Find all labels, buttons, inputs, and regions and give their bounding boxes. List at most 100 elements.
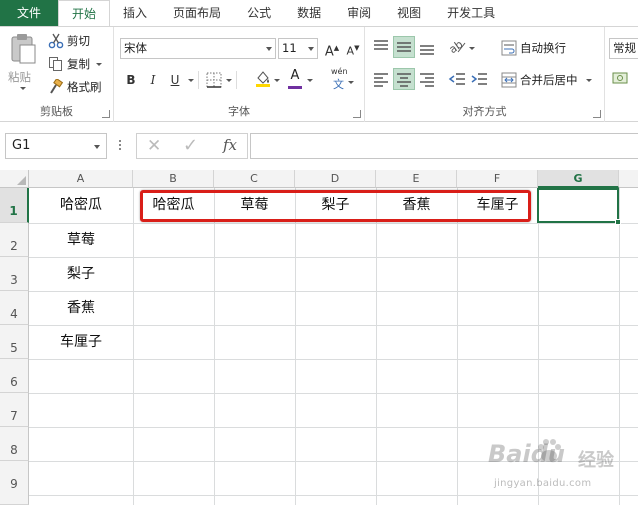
cancel-edit-icon[interactable]: ✕ [147,136,161,156]
tab-insert[interactable]: 插入 [110,0,160,26]
tab-review[interactable]: 审阅 [334,0,384,26]
row-header-4[interactable]: 4 [0,291,29,325]
tab-formulas[interactable]: 公式 [234,0,284,26]
font-name-dropdown-icon [266,47,272,51]
cell-a1[interactable]: 哈密瓜 [29,188,133,222]
format-painter-label: 格式刷 [67,80,102,94]
row-header-1[interactable]: 1 [0,188,29,223]
selected-cell-g1[interactable] [537,188,621,225]
row-header-3[interactable]: 3 [0,257,29,291]
tab-view[interactable]: 视图 [384,0,434,26]
fill-color-dropdown-icon[interactable] [274,79,280,82]
column-header-f[interactable]: F [457,170,538,188]
align-center-button[interactable] [393,68,415,90]
name-box[interactable]: G1 [5,133,107,159]
fill-color-icon[interactable] [254,69,272,87]
decrease-indent-icon[interactable] [447,69,467,89]
bold-button[interactable]: B [120,69,142,91]
gridline-v [133,188,134,505]
cell-a2[interactable]: 草莓 [29,223,133,257]
wrap-text-icon [501,40,517,56]
alignment-group-label: 对齐方式 [462,105,507,118]
gridline-v [214,188,215,505]
row-header-9[interactable]: 9 [0,461,29,505]
italic-button[interactable]: I [142,69,164,91]
underline-dropdown-icon[interactable] [188,79,194,82]
column-header-g[interactable]: G [538,170,619,188]
font-launcher-icon[interactable] [353,110,361,118]
phonetic-button[interactable]: wén 文 [328,67,356,91]
row-header-8[interactable]: 8 [0,427,29,461]
merge-center-dropdown-icon [585,78,592,82]
font-group: 宋体 11 A▲ A▼ B I U A wén 文 字体 [114,27,365,122]
brush-icon [50,79,64,94]
wrap-text-label: 自动换行 [520,41,566,55]
increase-indent-icon[interactable] [469,69,489,89]
shrink-font-button[interactable]: A▼ [342,37,364,59]
font-size-value: 11 [282,41,297,55]
font-size-select[interactable]: 11 [278,38,318,59]
number-group: 常规 [606,27,638,122]
row-header-5[interactable]: 5 [0,325,29,359]
formula-input[interactable] [250,133,638,159]
cell-a4[interactable]: 香蕉 [29,291,133,325]
column-header-d[interactable]: D [295,170,376,188]
column-header-b[interactable]: B [133,170,214,188]
font-color-dropdown-icon[interactable] [307,79,313,82]
copy-dropdown-icon [96,62,102,66]
alignment-launcher-icon[interactable] [593,110,601,118]
column-header-a[interactable]: A [29,170,133,188]
row-header-2[interactable]: 2 [0,223,29,257]
font-color-button[interactable]: A [286,67,304,89]
currency-format-icon[interactable] [612,70,632,88]
tab-file[interactable]: 文件 [0,0,59,26]
column-header-next[interactable] [619,170,638,188]
align-bottom-icon[interactable] [417,37,437,57]
tab-home[interactable]: 开始 [58,0,111,26]
column-header-c[interactable]: C [214,170,295,188]
borders-icon[interactable] [206,72,222,88]
gridline-h [29,359,638,360]
formula-bar-handle-icon[interactable] [118,138,122,154]
font-name-select[interactable]: 宋体 [120,38,276,59]
font-size-dropdown-icon [308,47,314,51]
paste-button[interactable]: 粘贴 [6,31,40,95]
wrap-text-button[interactable]: 自动换行 [501,38,566,58]
font-color-swatch [288,86,302,89]
underline-button[interactable]: U [164,69,186,91]
tab-data[interactable]: 数据 [284,0,334,26]
clipboard-launcher-icon[interactable] [102,110,110,118]
clipboard-group-label: 剪贴板 [40,105,73,118]
insert-function-icon[interactable]: fx [223,136,237,154]
baidu-paw-icon [538,439,561,462]
format-painter-button[interactable]: 格式刷 [48,77,102,97]
tab-developer[interactable]: 开发工具 [434,0,508,26]
grow-font-button[interactable]: A▲ [321,37,343,59]
formula-bar: G1 ✕ ✓ fx [0,122,638,170]
row-header-7[interactable]: 7 [0,393,29,427]
merge-center-button[interactable]: 合并后居中 [501,70,592,90]
align-left-icon[interactable] [371,69,391,89]
align-middle-button[interactable] [393,36,415,58]
tab-page-layout[interactable]: 页面布局 [160,0,234,26]
orientation-dropdown-icon[interactable] [469,47,475,50]
number-format-select[interactable]: 常规 [609,38,638,59]
row-header-6[interactable]: 6 [0,359,29,393]
cut-button[interactable]: 剪切 [48,31,90,51]
name-box-dropdown-icon [94,145,100,149]
alignment-group: ab 自动换行 合并后居中 对齐方式 [365,27,605,122]
orientation-icon[interactable]: ab [447,37,467,57]
copy-button[interactable]: 复制 [48,54,102,74]
paste-label: 粘贴 [8,70,31,84]
align-middle-icon [397,42,411,52]
borders-dropdown-icon[interactable] [226,79,232,82]
enter-edit-icon[interactable]: ✓ [183,135,198,156]
fill-handle[interactable] [615,219,621,225]
align-top-icon[interactable] [371,37,391,57]
column-header-e[interactable]: E [376,170,457,188]
align-right-icon[interactable] [417,69,437,89]
cell-a3[interactable]: 梨子 [29,257,133,291]
select-all-button[interactable] [0,170,29,188]
cell-a5[interactable]: 车厘子 [29,325,133,359]
font-separator-1 [198,71,199,89]
